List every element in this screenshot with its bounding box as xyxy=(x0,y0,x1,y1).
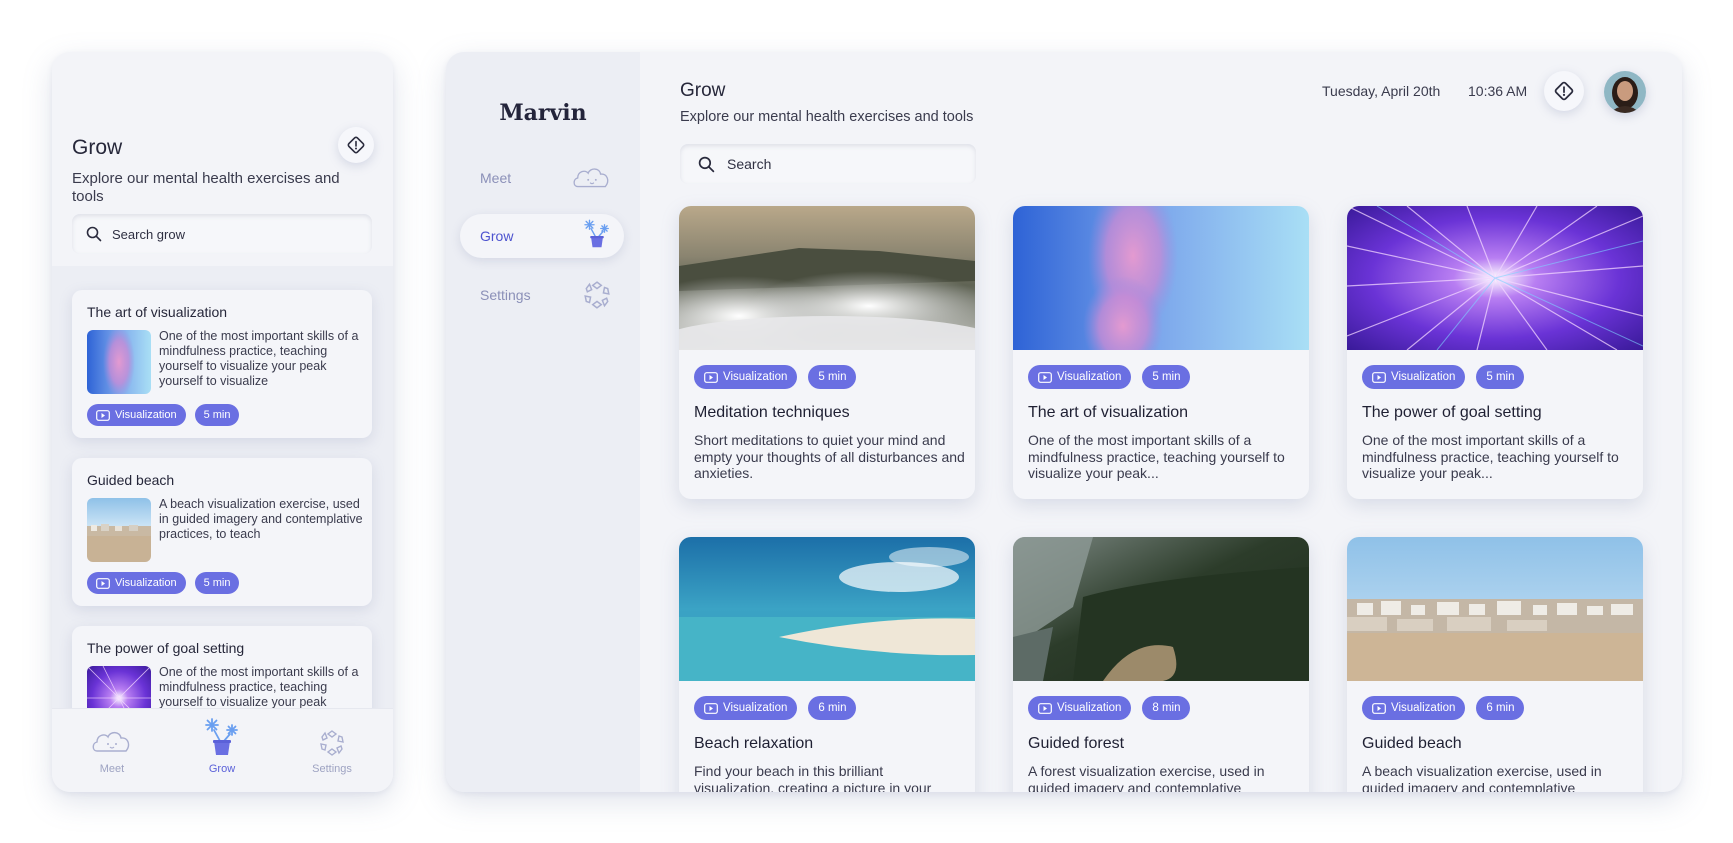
card-image xyxy=(1347,206,1643,350)
mobile-screen: Grow Explore our mental health exercises… xyxy=(52,52,393,792)
alert-button[interactable] xyxy=(338,127,374,163)
card-image xyxy=(679,537,975,681)
category-badge: Visualization xyxy=(694,365,798,389)
page-subtitle: Explore our mental health exercises and … xyxy=(72,170,340,205)
duration-badge: 6 min xyxy=(808,696,857,720)
exercise-card[interactable]: Visualization 8 min Guided forest A fore… xyxy=(1013,537,1309,792)
card-title: Guided forest xyxy=(1028,735,1125,752)
alert-diamond-icon xyxy=(1554,81,1574,101)
play-icon xyxy=(1372,702,1386,714)
nav-item-grow[interactable]: Grow xyxy=(177,709,267,792)
card-title: The art of visualization xyxy=(87,304,228,320)
card-description: A forest visualization exercise, used in… xyxy=(1028,763,1265,792)
cloud-face-icon xyxy=(573,168,609,188)
search-icon xyxy=(86,226,102,242)
exercise-card[interactable]: Visualization 5 min The power of goal se… xyxy=(1347,206,1643,499)
card-title: Meditation techniques xyxy=(694,404,850,421)
card-title: The power of goal setting xyxy=(87,640,245,656)
alert-diamond-icon xyxy=(347,136,365,154)
search-placeholder: Search grow xyxy=(112,226,185,242)
card-image xyxy=(1013,537,1309,681)
play-icon xyxy=(1038,702,1052,714)
time-label: 10:36 AM xyxy=(1468,83,1528,99)
search-placeholder: Search xyxy=(727,156,772,172)
desktop-screen: Marvin Meet Grow Settings Grow Explore o… xyxy=(446,52,1682,792)
duration-badge: 5 min xyxy=(808,365,857,389)
exercise-card[interactable]: Visualization 5 min The art of visualiza… xyxy=(1013,206,1309,499)
app-logo: Marvin xyxy=(499,100,587,126)
date-label: Tuesday, April 20th xyxy=(1322,83,1441,99)
card-description: Short meditations to quiet your mind and… xyxy=(694,432,965,481)
page-title: Grow xyxy=(72,136,123,159)
duration-badge: 5 min xyxy=(1142,365,1191,389)
page-title: Grow xyxy=(680,80,726,101)
search-input[interactable]: Search grow xyxy=(72,214,372,254)
search-input[interactable]: Search xyxy=(680,144,976,184)
card-title: Beach relaxation xyxy=(694,735,814,752)
duration-badge: 6 min xyxy=(1476,696,1525,720)
nav-label: Settings xyxy=(312,763,352,775)
play-icon xyxy=(96,577,110,589)
exercise-list: The art of visualization One of the most… xyxy=(52,266,393,774)
category-badge: Visualization xyxy=(694,696,798,720)
card-description: One of the most important skills of a mi… xyxy=(1028,432,1285,481)
card-title: Guided beach xyxy=(87,472,175,488)
exercise-card[interactable]: Visualization 6 min Guided beach A beach… xyxy=(1347,537,1643,792)
nav-item-settings[interactable]: Settings xyxy=(287,709,377,792)
page-subtitle: Explore our mental health exercises and … xyxy=(680,109,974,125)
card-image xyxy=(679,206,975,350)
card-title: The power of goal setting xyxy=(1362,404,1542,421)
alert-button[interactable] xyxy=(1544,71,1584,111)
play-icon xyxy=(96,409,110,421)
sidebar-item-label: Meet xyxy=(480,170,512,186)
category-badge: Visualization xyxy=(1028,365,1132,389)
sidebar-item-settings[interactable]: Settings xyxy=(460,273,624,317)
card-image xyxy=(1013,206,1309,350)
card-description: A beach visualization exercise, used in … xyxy=(1362,763,1602,792)
list-item[interactable]: The art of visualization One of the most… xyxy=(72,290,372,438)
card-title: Guided beach xyxy=(1362,735,1462,752)
category-badge: Visualization xyxy=(1362,696,1466,720)
duration-badge: 8 min xyxy=(1142,696,1191,720)
sidebar-item-grow[interactable]: Grow xyxy=(460,214,624,258)
nav-label: Meet xyxy=(99,763,125,775)
gear-icon xyxy=(584,281,610,309)
cloud-face-icon xyxy=(92,731,130,752)
exercise-card[interactable]: Visualization 5 min Meditation technique… xyxy=(679,206,975,499)
search-icon xyxy=(698,156,715,172)
nav-label: Grow xyxy=(208,763,236,775)
sidebar-item-label: Settings xyxy=(480,287,531,303)
card-description: One of the most important skills of a mi… xyxy=(1362,432,1619,481)
duration-badge: 5 min xyxy=(1476,365,1525,389)
card-thumbnail xyxy=(87,330,151,394)
play-icon xyxy=(704,702,718,714)
plant-icon xyxy=(205,718,238,755)
sidebar-item-label: Grow xyxy=(480,228,514,244)
card-title: The art of visualization xyxy=(1028,404,1189,421)
bottom-nav: Meet Grow Settings xyxy=(52,708,393,792)
duration-badge: 5 min xyxy=(194,572,240,594)
gear-icon xyxy=(320,730,344,756)
play-icon xyxy=(704,371,718,383)
card-description: A beach visualization exercise, used in … xyxy=(159,497,363,541)
play-icon xyxy=(1372,371,1386,383)
sidebar: Marvin Meet Grow Settings xyxy=(446,52,640,792)
play-icon xyxy=(1038,371,1052,383)
card-thumbnail xyxy=(87,498,151,562)
sidebar-item-meet[interactable]: Meet xyxy=(460,156,624,200)
exercise-card[interactable]: Visualization 6 min Beach relaxation Fin… xyxy=(679,537,975,792)
plant-icon xyxy=(584,219,609,248)
card-description: One of the most important skills of a mi… xyxy=(159,329,359,388)
category-badge: Visualization xyxy=(87,404,186,426)
card-description: Find your beach in this brilliant visual… xyxy=(694,763,932,792)
category-badge: Visualization xyxy=(87,572,186,594)
category-badge: Visualization xyxy=(1362,365,1466,389)
card-image xyxy=(1347,537,1643,681)
category-badge: Visualization xyxy=(1028,696,1132,720)
nav-item-meet[interactable]: Meet xyxy=(67,709,157,792)
duration-badge: 5 min xyxy=(194,404,240,426)
list-item[interactable]: Guided beach A beach visualization exerc… xyxy=(72,458,372,606)
avatar[interactable] xyxy=(1604,71,1646,113)
